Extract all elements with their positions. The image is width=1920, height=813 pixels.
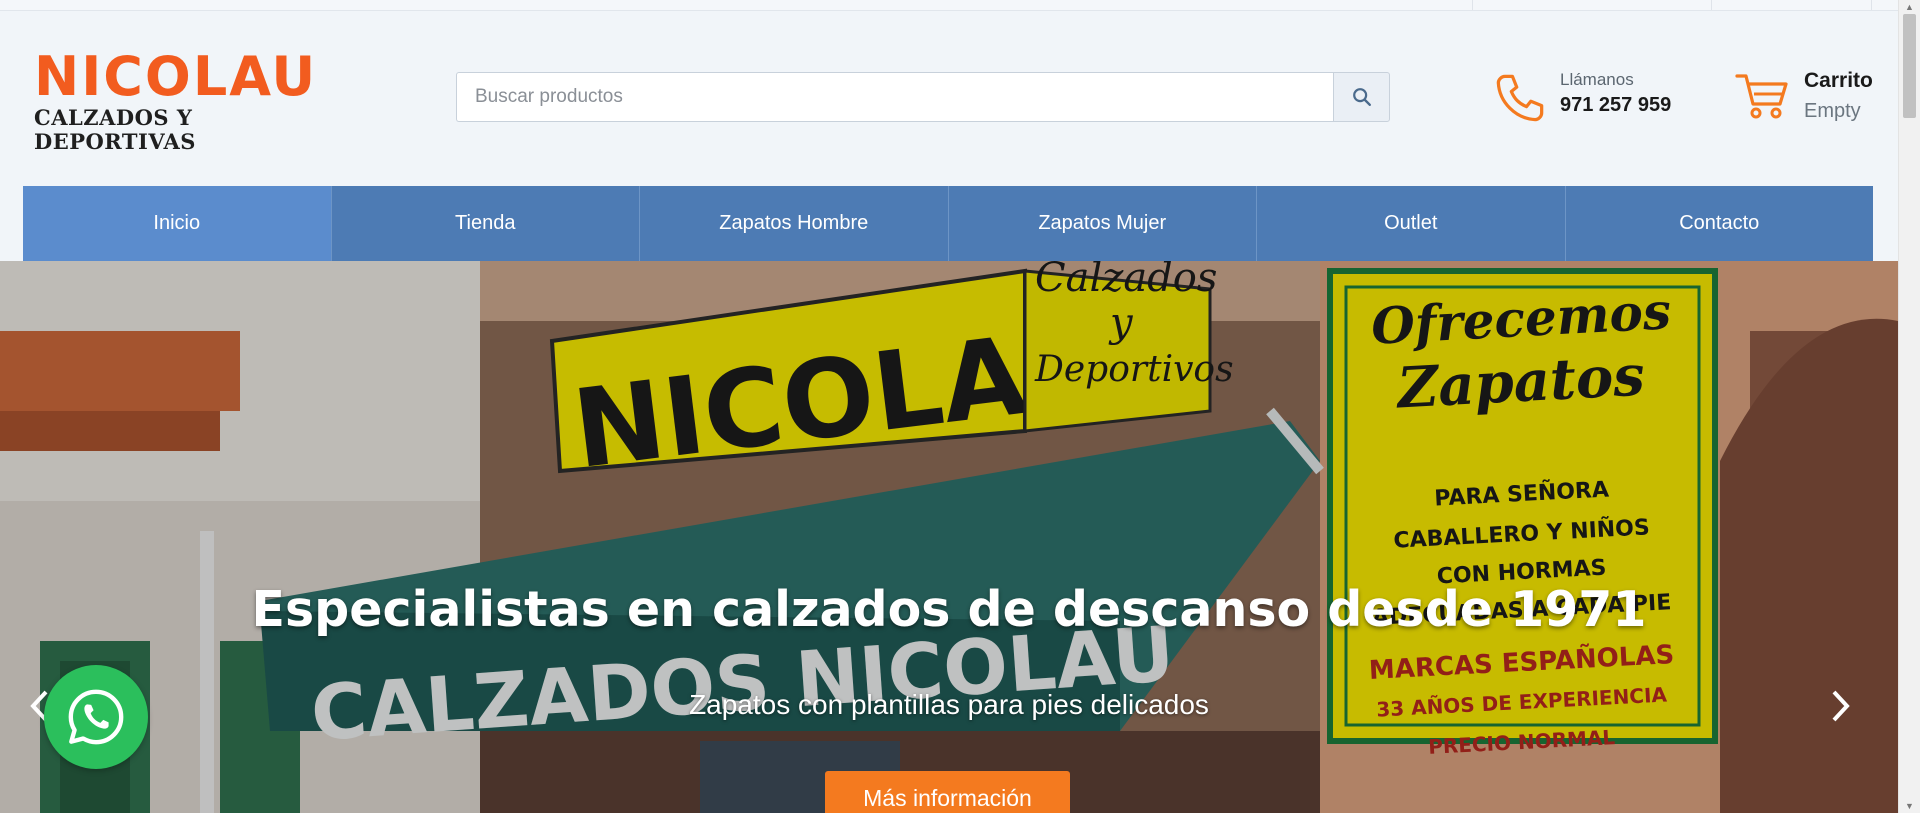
whatsapp-icon xyxy=(68,689,124,745)
scroll-down-icon[interactable]: ▼ xyxy=(1905,801,1914,811)
cart-label: Carrito xyxy=(1804,69,1873,92)
cart-icon xyxy=(1735,74,1788,119)
nav-item-tienda[interactable]: Tienda xyxy=(332,186,640,261)
top-strip-divider xyxy=(1871,0,1872,10)
hero-title: Especialistas en calzados de descanso de… xyxy=(251,581,1647,638)
page-scrollbar[interactable]: ▲ ▼ xyxy=(1898,0,1920,813)
hero-overlay xyxy=(0,261,1898,813)
search-bar xyxy=(456,72,1390,122)
phone-icon xyxy=(1496,74,1544,122)
phone-label: Llámanos xyxy=(1560,70,1634,89)
scroll-up-icon[interactable]: ▲ xyxy=(1905,2,1914,12)
nav-item-inicio[interactable]: Inicio xyxy=(23,186,332,261)
top-strip-divider xyxy=(1711,0,1712,10)
logo-name: NICOLAU xyxy=(34,45,318,108)
site-logo[interactable]: NICOLAU CALZADOS Y DEPORTIVAS xyxy=(34,50,354,154)
nav-item-contacto[interactable]: Contacto xyxy=(1566,186,1874,261)
hero-subtitle: Zapatos con plantillas para pies delicad… xyxy=(689,689,1209,720)
cart-button[interactable]: Carrito Empty xyxy=(1734,66,1894,126)
nav-item-outlet[interactable]: Outlet xyxy=(1257,186,1566,261)
hero-slider: NICOLAU Calzados y Deportivos Ofrecemos Z… xyxy=(0,261,1898,813)
nav-item-zapatos-hombre[interactable]: Zapatos Hombre xyxy=(640,186,949,261)
phone-number[interactable]: 971 257 959 xyxy=(1560,94,1671,117)
search-input[interactable] xyxy=(456,72,1333,122)
phone-contact[interactable]: Llámanos 971 257 959 xyxy=(1494,68,1694,128)
hero-cta-button[interactable]: Más información xyxy=(825,771,1070,813)
whatsapp-button[interactable] xyxy=(44,665,148,769)
top-strip-divider xyxy=(1472,0,1473,10)
search-icon xyxy=(1352,88,1371,106)
scrollbar-thumb[interactable] xyxy=(1903,14,1916,118)
logo-tagline: CALZADOS Y DEPORTIVAS xyxy=(34,105,196,154)
top-strip xyxy=(0,0,1898,11)
main-nav: Inicio Tienda Zapatos Hombre Zapatos Muj… xyxy=(23,186,1873,261)
slider-next-button[interactable] xyxy=(1826,686,1856,726)
cart-status: Empty xyxy=(1804,100,1861,122)
chevron-right-icon xyxy=(1832,690,1850,722)
search-button[interactable] xyxy=(1333,72,1390,122)
nav-item-zapatos-mujer[interactable]: Zapatos Mujer xyxy=(949,186,1257,261)
